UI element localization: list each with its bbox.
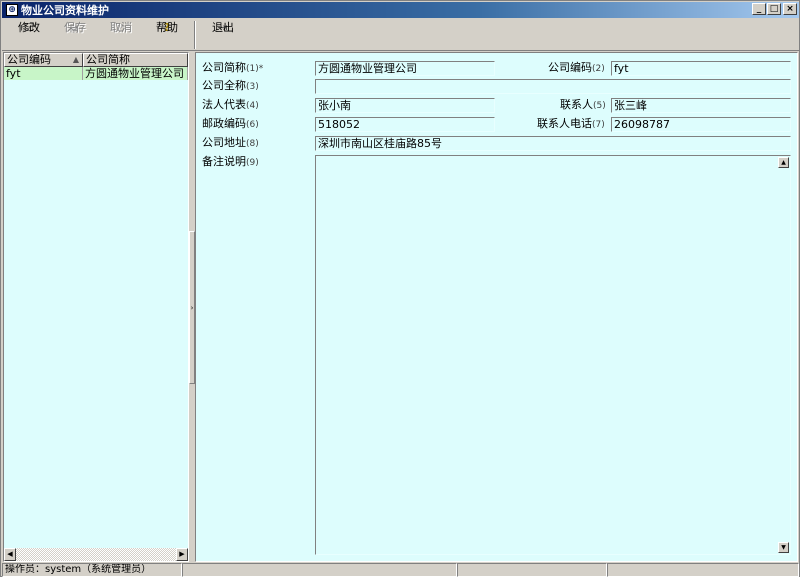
main-window: ⊕ 物业公司资料维护 _ □ × ☑ 修改 ▣ 保存 ⊘ 取消 ? 帮助 ⇥ 退… [0,0,800,577]
legal-rep-field[interactable]: 张小南 [315,98,495,113]
save-label: 保存 [64,21,86,34]
label-notes: 备注说明(9) [202,155,259,168]
short-name-field[interactable]: 方圆通物业管理公司 [315,61,495,76]
table-row[interactable]: fyt 方圆通物业管理公司 [4,67,188,80]
label-address: 公司地址(8) [202,136,259,149]
close-button[interactable]: × [783,3,797,15]
label-legal-rep: 法人代表(4) [202,98,259,111]
exit-button[interactable]: ⇥ 退出 [200,19,246,50]
cancel-label: 取消 [110,21,132,34]
company-grid: 公司编码 ▲ 公司简称 fyt 方圆通物业管理公司 ◀ ▶ [3,52,189,562]
help-button[interactable]: ? 帮助 [144,19,190,50]
scroll-right-icon[interactable]: ▶ [176,548,188,561]
cell-code: fyt [4,67,83,80]
edit-label: 修改 [18,21,40,34]
label-contact-phone: 联系人电话(7) [537,117,605,130]
contact-phone-field[interactable]: 26098787 [611,117,791,132]
toolbar: ☑ 修改 ▣ 保存 ⊘ 取消 ? 帮助 ⇥ 退出 [2,19,799,51]
toolbar-separator [194,21,196,49]
code-field[interactable]: fyt [611,61,791,76]
label-full-name: 公司全称(3) [202,79,259,92]
save-button: ▣ 保存 [52,19,98,50]
scroll-down-icon[interactable]: ▼ [778,542,789,553]
contact-field[interactable]: 张三峰 [611,98,791,113]
label-short-name: 公司简称(1)* [202,61,264,74]
maximize-button[interactable]: □ [767,3,781,15]
address-field[interactable]: 深圳市南山区桂庙路85号 [315,136,791,151]
exit-label: 退出 [212,21,234,34]
label-contact: 联系人(5) [560,98,606,111]
edit-button[interactable]: ☑ 修改 [6,19,52,50]
app-icon[interactable]: ⊕ [6,4,18,16]
column-header-short-name-label: 公司简称 [86,53,130,66]
cell-short-name: 方圆通物业管理公司 [83,67,188,80]
label-code: 公司编码(2) [548,61,605,74]
status-panel-3 [457,563,607,577]
scroll-up-icon[interactable]: ▲ [778,157,789,168]
status-panel-4 [607,563,799,577]
status-panel-2 [182,563,457,577]
notes-textarea[interactable]: ▲ ▼ [315,155,791,555]
cancel-button: ⊘ 取消 [98,19,144,50]
minimize-button[interactable]: _ [752,3,766,15]
horizontal-scrollbar[interactable]: ◀ ▶ [4,548,188,561]
postcode-field[interactable]: 518052 [315,117,495,132]
window-controls: _ □ × [752,3,797,15]
full-name-field[interactable] [315,79,791,94]
column-header-short-name[interactable]: 公司简称 [83,53,188,67]
status-operator: 操作员：system（系统管理员） [2,563,182,577]
title-bar[interactable]: ⊕ 物业公司资料维护 _ □ × [2,2,799,18]
help-label: 帮助 [156,21,178,34]
label-postcode: 邮政编码(6) [202,117,259,130]
status-bar: 操作员：system（系统管理员） [2,563,799,577]
detail-form: 公司简称(1)* 方圆通物业管理公司 公司编码(2) fyt 公司全称(3) 法… [195,52,798,562]
window-title: 物业公司资料维护 [21,4,109,17]
column-header-code-label: 公司编码 [7,53,51,66]
scroll-left-icon[interactable]: ◀ [4,548,16,561]
grid-header: 公司编码 ▲ 公司简称 [4,53,188,67]
sort-asc-icon: ▲ [72,55,79,64]
column-header-code[interactable]: 公司编码 ▲ [4,53,83,67]
scroll-track[interactable] [16,548,176,561]
